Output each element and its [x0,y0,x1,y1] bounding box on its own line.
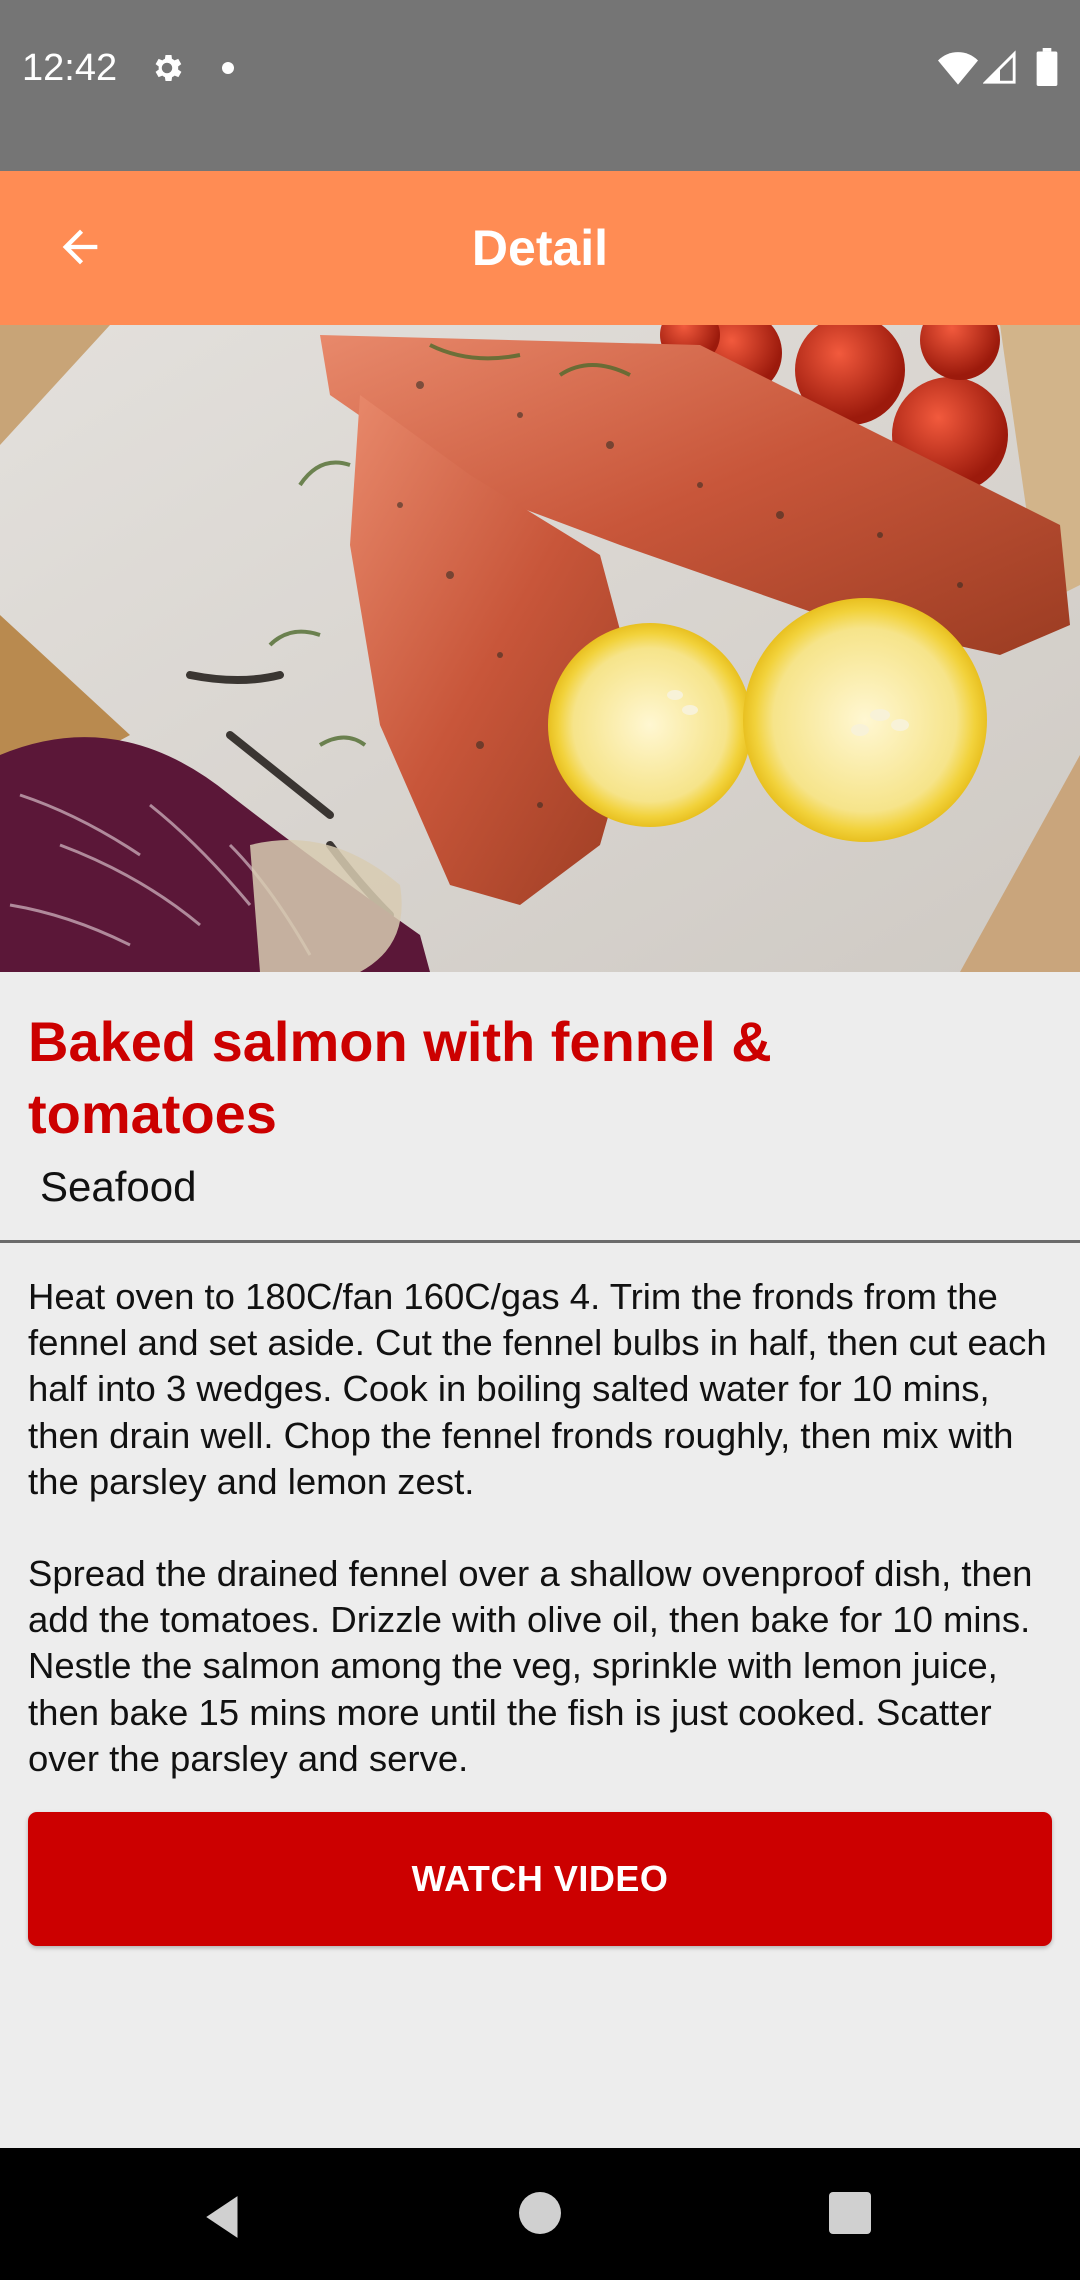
watch-video-button[interactable]: WATCH VIDEO [28,1812,1052,1946]
instructions-paragraph: Spread the drained fennel over a shallow… [28,1553,1033,1779]
nav-recents-icon[interactable] [829,2192,871,2234]
nav-back-icon[interactable] [200,2192,250,2242]
status-time: 12:42 [22,47,118,89]
recipe-instructions: Heat oven to 180C/fan 160C/gas 4. Trim t… [28,1274,1058,1828]
divider [0,1240,1080,1243]
cell-signal-icon [983,50,1016,84]
notification-dot-icon [222,62,234,74]
recipe-category: Seafood [40,1163,197,1210]
recipe-title: Baked salmon with fennel & tomatoes [28,1010,772,1145]
page-title: Detail [471,220,609,276]
system-navigation-bar [0,2148,1080,2280]
app-bar: Detail [0,171,1080,325]
status-bar: 12:42 [0,0,1080,171]
back-button[interactable] [40,207,120,287]
salmon-dish-illustration [0,325,1080,972]
wifi-icon [938,52,978,85]
arrow-back-icon [62,229,98,265]
nav-home-icon[interactable] [519,2192,561,2234]
battery-icon [1036,48,1058,86]
instructions-paragraph: Heat oven to 180C/fan 160C/gas 4. Trim t… [28,1276,1047,1502]
recipe-image [0,325,1080,972]
gear-icon [155,54,182,82]
